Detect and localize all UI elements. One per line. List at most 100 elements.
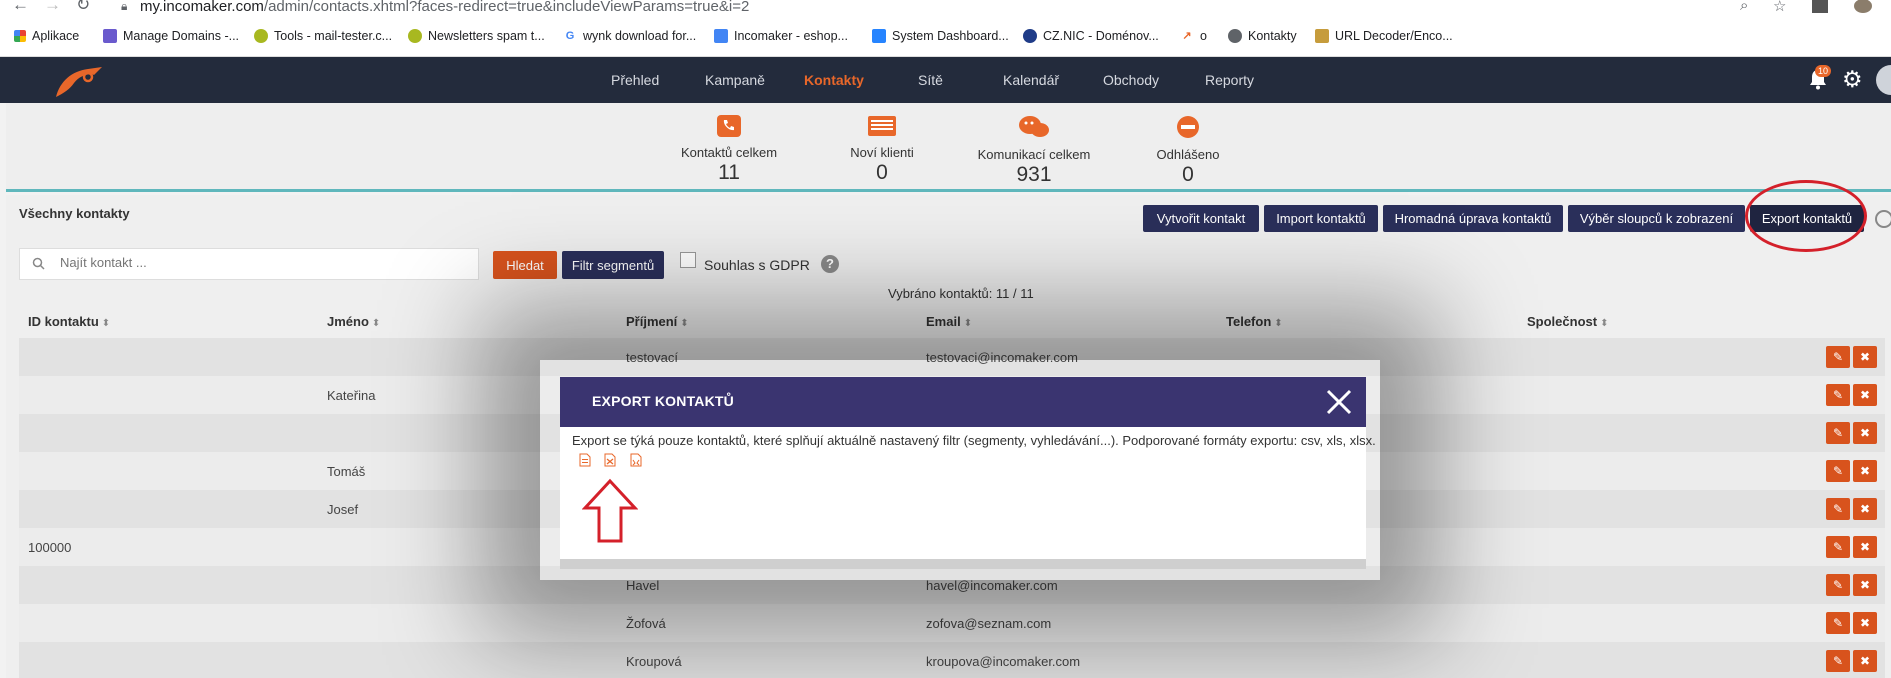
domain-icon	[103, 29, 117, 43]
bookmark-url-decoder[interactable]: URL Decoder/Enco...	[1315, 29, 1453, 43]
close-icon[interactable]	[1324, 387, 1354, 417]
stat-value: 931	[1016, 163, 1052, 186]
nav-kampane[interactable]: Kampaně	[705, 72, 765, 88]
reload-icon[interactable]: ↻	[76, 0, 90, 13]
column-header-phone[interactable]: Telefon ⬍	[1226, 314, 1283, 329]
gear-icon[interactable]: ⚙	[1842, 67, 1863, 91]
column-header-id[interactable]: ID kontaktu ⬍	[28, 314, 110, 329]
bookmark-newsletters[interactable]: Newsletters spam t...	[408, 29, 545, 43]
chat-icon	[1019, 116, 1049, 137]
header-label: Společnost	[1527, 314, 1598, 329]
nav-obchody[interactable]: Obchody	[1103, 72, 1159, 88]
document-icon	[714, 29, 728, 43]
edit-icon[interactable]: ✎	[1826, 346, 1850, 368]
sort-icon: ⬍	[1600, 318, 1609, 329]
cell-email: kroupova@incomaker.com	[926, 654, 1081, 669]
help-icon[interactable]	[1875, 210, 1891, 228]
apps-grid-icon	[14, 30, 26, 42]
delete-icon[interactable]: ✖	[1853, 536, 1877, 558]
nav-site[interactable]: Sítě	[918, 72, 943, 88]
edit-icon[interactable]: ✎	[1826, 650, 1850, 672]
stat-label: Odhlášeno	[1156, 147, 1220, 162]
edit-icon[interactable]: ✎	[1826, 460, 1850, 482]
bookmark-mail-tester[interactable]: Tools - mail-tester.c...	[254, 29, 392, 43]
segment-filter-button[interactable]: Filtr segmentů	[562, 251, 664, 279]
delete-icon[interactable]: ✖	[1853, 422, 1877, 444]
edit-icon[interactable]: ✎	[1826, 422, 1850, 444]
bookmark-cznic[interactable]: CZ.NIC - Doménov...	[1023, 29, 1159, 43]
cell-last-name: Kroupová	[626, 654, 682, 669]
url-field[interactable]: my.incomaker.com/admin/contacts.xhtml?fa…	[140, 0, 749, 15]
newspaper-icon	[868, 116, 896, 136]
cell-first-name: Tomáš	[327, 464, 366, 479]
header-label: Email	[926, 314, 961, 329]
column-header-email[interactable]: Email ⬍	[926, 314, 972, 329]
nav-kalendar[interactable]: Kalendář	[1003, 72, 1059, 88]
column-header-first-name[interactable]: Jméno ⬍	[327, 314, 380, 329]
app-header: Přehled Kampaně Kontakty Sítě Kalendář O…	[0, 57, 1891, 103]
cell-last-name: Havel	[626, 578, 660, 593]
extension-icon[interactable]	[1812, 0, 1828, 13]
nav-prehled[interactable]: Přehled	[611, 72, 659, 88]
profile-avatar[interactable]	[1854, 0, 1872, 13]
header-label: Příjmení	[626, 314, 678, 329]
gdpr-checkbox[interactable]	[680, 252, 696, 268]
delete-icon[interactable]: ✖	[1853, 346, 1877, 368]
bookmark-apps[interactable]: Aplikace	[14, 29, 79, 43]
nav-kontakty[interactable]: Kontakty	[804, 72, 864, 88]
bookmark-manage-domains[interactable]: Manage Domains -...	[103, 29, 239, 43]
table-row[interactable]: Kroupová kroupova@incomaker.com ✎ ✖	[19, 642, 1885, 678]
sort-icon: ⬍	[101, 318, 111, 329]
header-label: Telefon	[1226, 314, 1272, 329]
xls-file-icon[interactable]: xls	[604, 453, 616, 467]
delete-icon[interactable]: ✖	[1853, 574, 1877, 596]
forward-arrow-icon[interactable]: →	[44, 0, 61, 13]
edit-icon[interactable]: ✎	[1826, 574, 1850, 596]
column-select-button[interactable]: Výběr sloupců k zobrazení	[1568, 205, 1745, 232]
xlsx-file-icon[interactable]: xlsx	[630, 453, 642, 467]
nav-reporty[interactable]: Reporty	[1205, 72, 1254, 88]
edit-icon[interactable]: ✎	[1826, 498, 1850, 520]
edit-icon[interactable]: ✎	[1826, 384, 1850, 406]
star-icon[interactable]: ☆	[1773, 0, 1786, 15]
bookmark-incomaker[interactable]: Incomaker - eshop...	[714, 29, 848, 43]
bookmark-label: Incomaker - eshop...	[734, 29, 848, 43]
modal-footer	[560, 559, 1366, 569]
incomaker-logo[interactable]	[50, 63, 110, 99]
back-arrow-icon[interactable]: ←	[12, 0, 29, 13]
jira-icon	[872, 29, 886, 43]
stat-new-clients: Noví klienti 0	[802, 115, 962, 185]
delete-icon[interactable]: ✖	[1853, 384, 1877, 406]
csv-file-icon[interactable]: csv	[579, 453, 591, 467]
bookmark-label: Newsletters spam t...	[428, 29, 545, 43]
cell-email: zofova@seznam.com	[926, 616, 1052, 631]
create-contact-button[interactable]: Vytvořit kontakt	[1143, 205, 1259, 232]
column-header-last-name[interactable]: Příjmení ⬍	[626, 314, 689, 329]
search-icon[interactable]: ⌕	[1740, 0, 1748, 14]
delete-icon[interactable]: ✖	[1853, 612, 1877, 634]
decoder-icon	[1315, 29, 1329, 43]
delete-icon[interactable]: ✖	[1853, 498, 1877, 520]
search-field[interactable]	[19, 248, 479, 280]
stat-total-contacts: Kontaktů celkem 11	[649, 115, 809, 185]
bookmark-kontakty[interactable]: Kontakty	[1228, 29, 1297, 43]
user-avatar[interactable]	[1876, 65, 1891, 95]
notification-badge: 10	[1815, 65, 1832, 77]
search-button[interactable]: Hledat	[493, 251, 557, 279]
delete-icon[interactable]: ✖	[1853, 650, 1877, 672]
import-contacts-button[interactable]: Import kontaktů	[1264, 205, 1378, 232]
question-icon[interactable]: ?	[821, 255, 839, 273]
column-header-company[interactable]: Společnost ⬍	[1527, 314, 1608, 329]
bookmark-wynk[interactable]: Gwynk download for...	[563, 29, 696, 43]
delete-icon[interactable]: ✖	[1853, 460, 1877, 482]
edit-icon[interactable]: ✎	[1826, 536, 1850, 558]
cell-first-name: Josef	[327, 502, 359, 517]
edit-icon[interactable]: ✎	[1826, 612, 1850, 634]
bookmark-o[interactable]: ↗ o	[1180, 29, 1207, 43]
gdpr-label: Souhlas s GDPR	[704, 257, 810, 273]
bulk-edit-button[interactable]: Hromadná úprava kontaktů	[1383, 205, 1563, 232]
url-host: my.incomaker.com	[140, 0, 264, 15]
search-input[interactable]	[60, 255, 460, 270]
table-row[interactable]: Žofová zofova@seznam.com ✎ ✖	[19, 604, 1885, 642]
bookmark-system-dashboard[interactable]: System Dashboard...	[872, 29, 1009, 43]
